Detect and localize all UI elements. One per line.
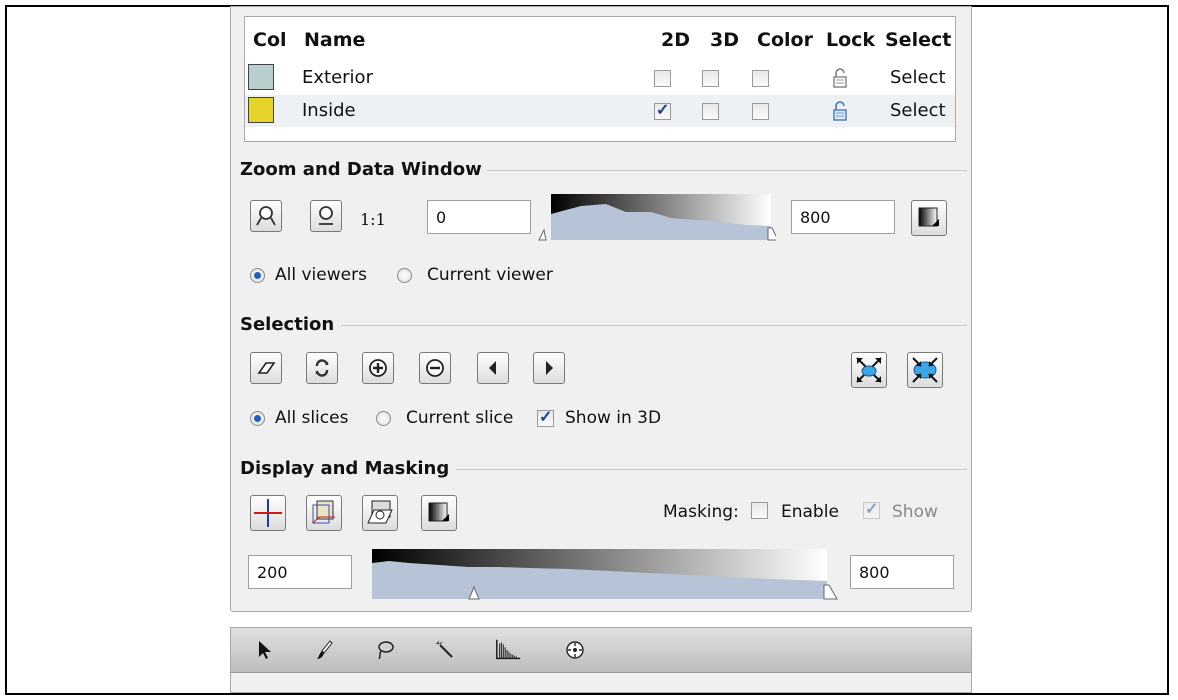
all-slices-radio[interactable] — [250, 411, 265, 426]
unlock-icon[interactable] — [832, 101, 848, 121]
header-col: Col — [253, 29, 287, 51]
zoom-section-title: Zoom and Data Window — [240, 159, 482, 180]
slice-planes-icon — [312, 500, 335, 524]
masking-label: Masking: — [663, 502, 739, 522]
brush-icon — [317, 640, 333, 659]
show-in-3d-label: Show in 3D — [565, 408, 662, 428]
crosshair-button[interactable] — [250, 495, 286, 531]
all-viewers-radio[interactable] — [250, 268, 265, 283]
histogram-icon — [496, 639, 521, 660]
zoom-out-button[interactable] — [310, 200, 342, 232]
shrink-selection-button[interactable] — [907, 352, 943, 388]
plus-circle-icon — [369, 359, 387, 377]
colormap-icon — [428, 502, 449, 522]
refresh-button[interactable] — [306, 352, 338, 384]
label-3d-checkbox[interactable] — [702, 103, 719, 120]
pointer-tool[interactable] — [251, 636, 279, 664]
data-window-max-input[interactable]: 800 — [791, 200, 895, 234]
current-viewer-radio[interactable] — [397, 268, 412, 283]
current-slice-label: Current slice — [406, 408, 514, 428]
colormap-icon — [918, 207, 939, 227]
eraser-icon — [257, 362, 276, 374]
header-3d: 3D — [710, 29, 739, 51]
section-divider — [487, 170, 967, 171]
masking-show-checkbox[interactable] — [863, 499, 880, 519]
masking-enable-checkbox[interactable] — [751, 502, 768, 519]
expand-icon — [856, 357, 882, 383]
selection-section-title: Selection — [240, 314, 335, 335]
expand-selection-button[interactable] — [851, 352, 887, 388]
zoom-ratio-label: 1:1 — [360, 210, 386, 229]
lasso-icon — [378, 641, 394, 660]
zoom-in-button[interactable] — [250, 200, 282, 232]
select-link[interactable]: Select — [890, 67, 946, 88]
section-divider — [456, 469, 967, 470]
colormap-button[interactable] — [911, 200, 947, 236]
tools-toolbar — [230, 627, 972, 693]
surface-view-button[interactable] — [362, 495, 398, 531]
current-viewer-label: Current viewer — [427, 265, 553, 285]
labels-table: Col Name 2D 3D Color Lock Select Exterio… — [244, 16, 956, 142]
zoom-in-icon — [256, 206, 276, 226]
masking-show-label: Show — [892, 502, 938, 522]
surface-icon — [367, 500, 393, 524]
display-min-input[interactable]: 200 — [248, 555, 352, 589]
header-color: Color — [757, 29, 813, 51]
brush-tool[interactable] — [311, 636, 339, 664]
zoom-out-icon — [319, 206, 333, 225]
target-tool[interactable] — [561, 636, 589, 664]
refresh-icon — [315, 359, 329, 377]
shrink-icon — [912, 357, 938, 383]
slice-view-button[interactable] — [306, 495, 342, 531]
magic-wand-tool[interactable] — [431, 636, 459, 664]
label-2d-checkbox[interactable] — [654, 70, 671, 87]
header-select: Select — [885, 29, 952, 51]
minus-circle-icon — [426, 359, 444, 377]
histogram-tool[interactable] — [494, 636, 522, 664]
add-button[interactable] — [362, 352, 394, 384]
data-window-min-input[interactable]: 0 — [427, 200, 531, 234]
erase-button[interactable] — [250, 352, 282, 384]
show-in-3d-checkbox[interactable] — [537, 407, 554, 427]
segmentation-panel: Col Name 2D 3D Color Lock Select Exterio… — [230, 6, 972, 612]
table-row[interactable]: Inside Select — [245, 95, 955, 127]
label-color-swatch[interactable] — [248, 64, 274, 90]
all-slices-label: All slices — [275, 408, 349, 428]
all-viewers-label: All viewers — [275, 265, 367, 285]
magic-wand-icon — [435, 640, 453, 658]
label-color-checkbox[interactable] — [752, 70, 769, 87]
previous-button[interactable] — [477, 352, 509, 384]
target-icon — [566, 641, 584, 659]
masking-enable-label: Enable — [781, 502, 839, 522]
display-section-title: Display and Masking — [240, 458, 450, 479]
label-color-checkbox[interactable] — [752, 103, 769, 120]
crosshair-icon — [254, 499, 282, 527]
lasso-tool[interactable] — [371, 636, 399, 664]
table-row[interactable]: Exterior Select — [245, 62, 955, 94]
header-2d: 2D — [661, 29, 690, 51]
header-name: Name — [304, 29, 366, 51]
select-link[interactable]: Select — [890, 100, 946, 121]
remove-button[interactable] — [419, 352, 451, 384]
label-3d-checkbox[interactable] — [702, 70, 719, 87]
display-colormap-button[interactable] — [421, 495, 457, 531]
toolbar-bar — [231, 628, 971, 673]
display-histogram[interactable] — [369, 547, 849, 601]
label-name: Exterior — [302, 67, 373, 88]
label-2d-checkbox[interactable] — [654, 100, 671, 120]
display-max-input[interactable]: 800 — [850, 555, 954, 589]
chevron-left-icon — [489, 361, 496, 375]
unlock-icon[interactable] — [832, 68, 848, 88]
data-window-histogram[interactable] — [536, 192, 776, 242]
label-name: Inside — [302, 100, 356, 121]
label-color-swatch[interactable] — [248, 97, 274, 123]
current-slice-radio[interactable] — [376, 411, 391, 426]
header-lock: Lock — [826, 29, 876, 51]
next-button[interactable] — [533, 352, 565, 384]
chevron-right-icon — [546, 361, 553, 375]
arrow-pointer-icon — [259, 641, 271, 659]
section-divider — [341, 325, 967, 326]
